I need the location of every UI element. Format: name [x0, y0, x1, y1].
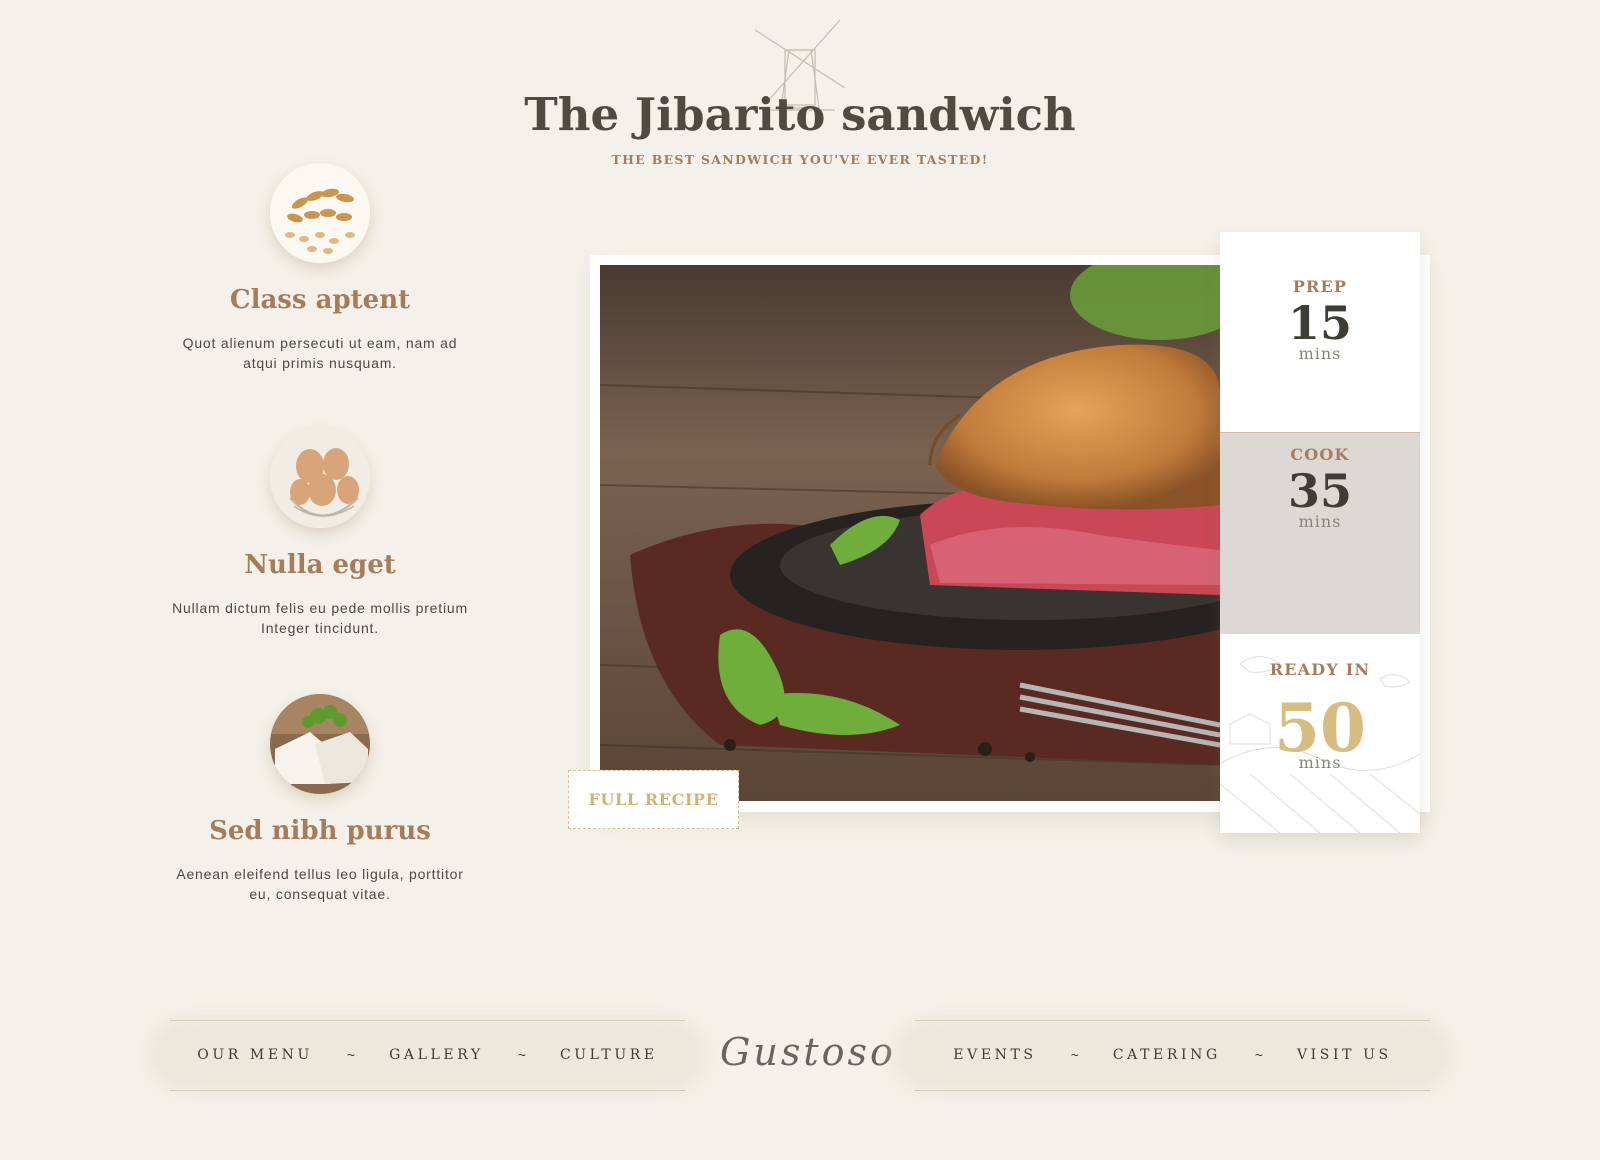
nav-item-events[interactable]: EVENTS: [953, 1047, 1036, 1063]
nav-top-line-right: [915, 1020, 1430, 1021]
nav-item-visit-us[interactable]: VISIT US: [1297, 1047, 1392, 1063]
ready-unit: mins: [1298, 753, 1342, 772]
cook-value: 35: [1287, 464, 1352, 518]
wheat-grains-icon: [270, 163, 370, 263]
cook-time: COOK 35 mins: [1220, 433, 1420, 634]
feature-text: Aenean eleifend tellus leo ligula, portt…: [176, 866, 464, 902]
feature-title: Sed nibh purus: [209, 816, 431, 846]
prep-label: PREP: [1292, 277, 1348, 296]
nav-item-our-menu[interactable]: OUR MENU: [197, 1047, 313, 1063]
feature-text: Nullam dictum felis eu pede mollis preti…: [172, 600, 468, 636]
nav-separator: ~: [1070, 1047, 1079, 1063]
nav-left: OUR MENU ~ GALLERY ~ CULTURE: [160, 1030, 695, 1080]
panel-divider: [1220, 432, 1420, 433]
sandwich-photo: [600, 265, 1220, 801]
nav-item-culture[interactable]: CULTURE: [560, 1047, 658, 1063]
full-recipe-button[interactable]: FULL RECIPE: [568, 770, 739, 829]
feature-item: Class aptent Quot alienum persecuti ut e…: [160, 163, 480, 373]
nav-separator: ~: [517, 1047, 526, 1063]
nav-separator: ~: [1254, 1047, 1263, 1063]
cook-label: COOK: [1290, 445, 1350, 464]
time-panel: PREP 15 mins COOK 35 mins READY IN 50 mi…: [1220, 232, 1420, 833]
prep-value: 15: [1287, 296, 1352, 350]
feature-item: Nulla eget Nullam dictum felis eu pede m…: [160, 428, 480, 638]
feature-text: Quot alienum persecuti ut eam, nam ad at…: [182, 335, 458, 371]
nav-item-catering[interactable]: CATERING: [1113, 1047, 1221, 1063]
page-title: The Jibarito sandwich: [524, 88, 1076, 141]
feature-item: Sed nibh purus Aenean eleifend tellus le…: [160, 694, 480, 904]
nav-right: EVENTS ~ CATERING ~ VISIT US: [905, 1030, 1440, 1080]
feature-title: Class aptent: [229, 285, 411, 315]
nav-bottom-line-right: [915, 1090, 1430, 1091]
cheese-parsley-icon: [270, 694, 370, 794]
nav-bottom-line-left: [170, 1090, 685, 1091]
nav-top-line-left: [170, 1020, 685, 1021]
ready-time: READY IN 50 mins: [1220, 634, 1420, 833]
feature-title: Nulla eget: [244, 550, 396, 580]
cook-unit: mins: [1298, 512, 1342, 531]
nav-item-gallery[interactable]: GALLERY: [389, 1047, 484, 1063]
prep-time: PREP 15 mins: [1220, 265, 1420, 433]
ready-label: READY IN: [1269, 660, 1371, 679]
nav-separator: ~: [346, 1047, 356, 1063]
eggs-basket-icon: [270, 428, 370, 528]
brand-logo[interactable]: Gustoso: [720, 1030, 893, 1090]
prep-unit: mins: [1298, 344, 1342, 363]
